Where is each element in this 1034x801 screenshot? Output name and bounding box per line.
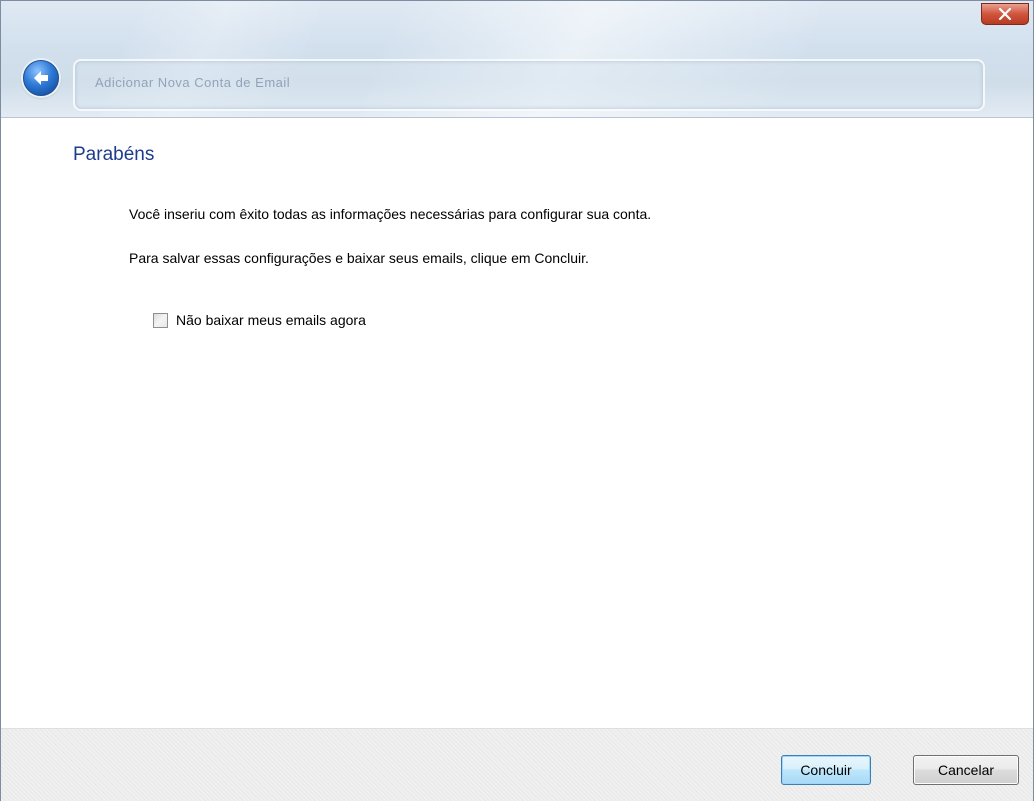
success-message: Você inseriu com êxito todas as informaç… — [129, 206, 652, 222]
close-icon — [998, 8, 1012, 20]
wizard-content: Parabéns Você inseriu com êxito todas as… — [1, 118, 1033, 728]
dont-download-checkbox[interactable] — [153, 312, 168, 328]
dont-download-checkbox-label[interactable]: Não baixar meus emails agora — [176, 312, 366, 328]
close-button[interactable] — [981, 3, 1029, 25]
cancel-button[interactable]: Cancelar — [913, 755, 1019, 785]
wizard-caption: Adicionar Nova Conta de Email — [95, 75, 291, 90]
back-arrow-icon — [34, 71, 48, 85]
dialog-window: Adicionar Nova Conta de Email Parabéns V… — [0, 0, 1034, 801]
titlebar: Adicionar Nova Conta de Email — [1, 1, 1033, 118]
button-bar: Concluir Cancelar — [1, 728, 1033, 801]
dont-download-checkbox-row[interactable]: Não baixar meus emails agora — [153, 312, 366, 328]
page-title: Parabéns — [73, 144, 155, 165]
back-button[interactable] — [23, 60, 59, 96]
instruction-message: Para salvar essas configurações e baixar… — [129, 250, 589, 266]
finish-button[interactable]: Concluir — [781, 755, 871, 785]
wizard-caption-frame: Adicionar Nova Conta de Email — [73, 59, 985, 111]
